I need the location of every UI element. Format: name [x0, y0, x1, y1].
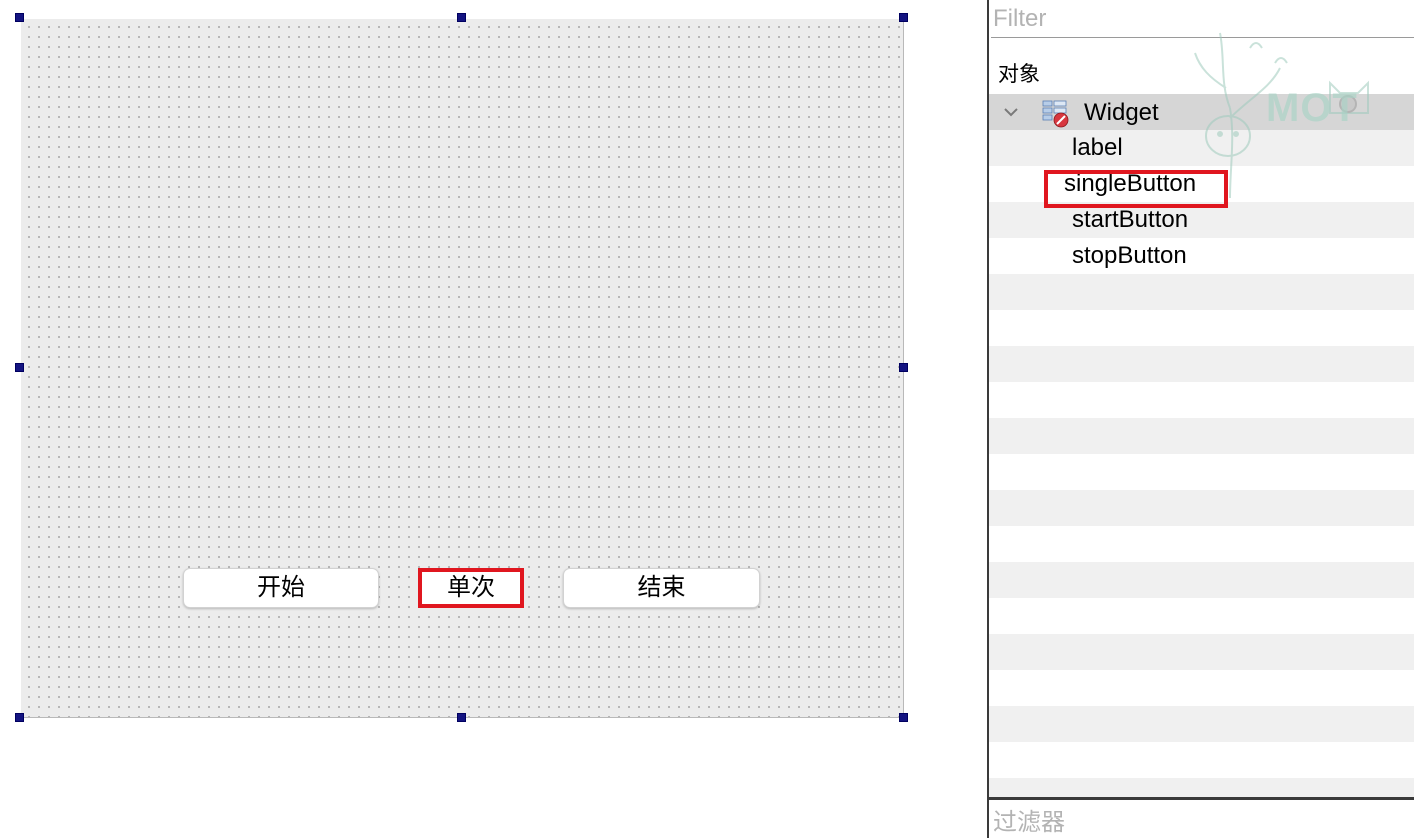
empty-row [989, 454, 1414, 490]
resize-handle-right[interactable] [899, 363, 908, 372]
chevron-down-icon[interactable] [1002, 103, 1020, 121]
empty-row [989, 490, 1414, 526]
empty-row [989, 634, 1414, 670]
filter-input[interactable] [991, 0, 1414, 38]
tree-item-label: stopButton [1072, 242, 1187, 269]
empty-row [989, 526, 1414, 562]
resize-handle-bottom[interactable] [457, 713, 466, 722]
empty-row [989, 670, 1414, 706]
empty-row [989, 598, 1414, 634]
empty-row [989, 706, 1414, 742]
bottom-filter-input[interactable] [993, 808, 1403, 838]
resize-handle-top-right[interactable] [899, 13, 908, 22]
empty-row [989, 418, 1414, 454]
tree-item-label: Widget [1084, 99, 1159, 126]
bottom-filter-bar [989, 797, 1414, 838]
resize-handle-bottom-left[interactable] [15, 713, 24, 722]
tree-item-label-row[interactable]: label [989, 130, 1414, 166]
widget-icon [1042, 100, 1069, 128]
resize-handle-top[interactable] [457, 13, 466, 22]
empty-row [989, 274, 1414, 310]
form-canvas[interactable]: 开始 单次 结束 [21, 19, 904, 718]
resize-handle-bottom-right[interactable] [899, 713, 908, 722]
tree-item-widget[interactable]: Widget [989, 94, 1414, 130]
empty-row [989, 346, 1414, 382]
single-button[interactable]: 单次 [418, 568, 524, 608]
empty-row [989, 310, 1414, 346]
resize-handle-top-left[interactable] [15, 13, 24, 22]
object-inspector: 对象 Widget label singleButton startBut [989, 0, 1414, 838]
resize-handle-left[interactable] [15, 363, 24, 372]
empty-row [989, 742, 1414, 778]
tree-item-stopbutton[interactable]: stopButton [989, 238, 1414, 274]
column-header: 对象 [998, 63, 1040, 86]
start-button[interactable]: 开始 [183, 568, 379, 608]
empty-row [989, 382, 1414, 418]
tree-item-label: label [1072, 134, 1123, 161]
highlight-box [1044, 170, 1228, 208]
stop-button[interactable]: 结束 [563, 568, 760, 608]
empty-row [989, 562, 1414, 598]
